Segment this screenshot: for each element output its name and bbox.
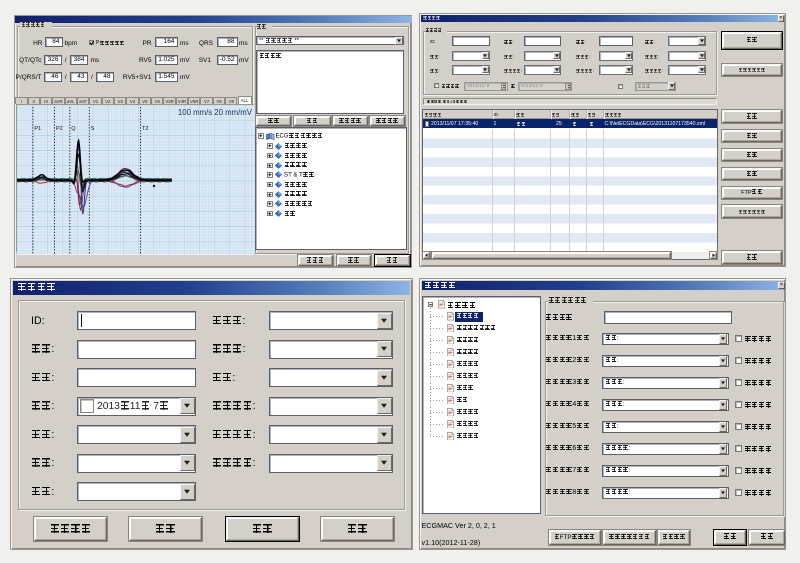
svg-text:P2: P2 [56, 126, 63, 132]
svg-text:T2: T2 [142, 126, 148, 132]
svg-text:P1: P1 [34, 126, 41, 132]
svg-text:100 mm/s 20 mm/mV: 100 mm/s 20 mm/mV [177, 108, 252, 117]
svg-text:Q: Q [71, 126, 76, 132]
svg-text:S: S [90, 126, 94, 132]
